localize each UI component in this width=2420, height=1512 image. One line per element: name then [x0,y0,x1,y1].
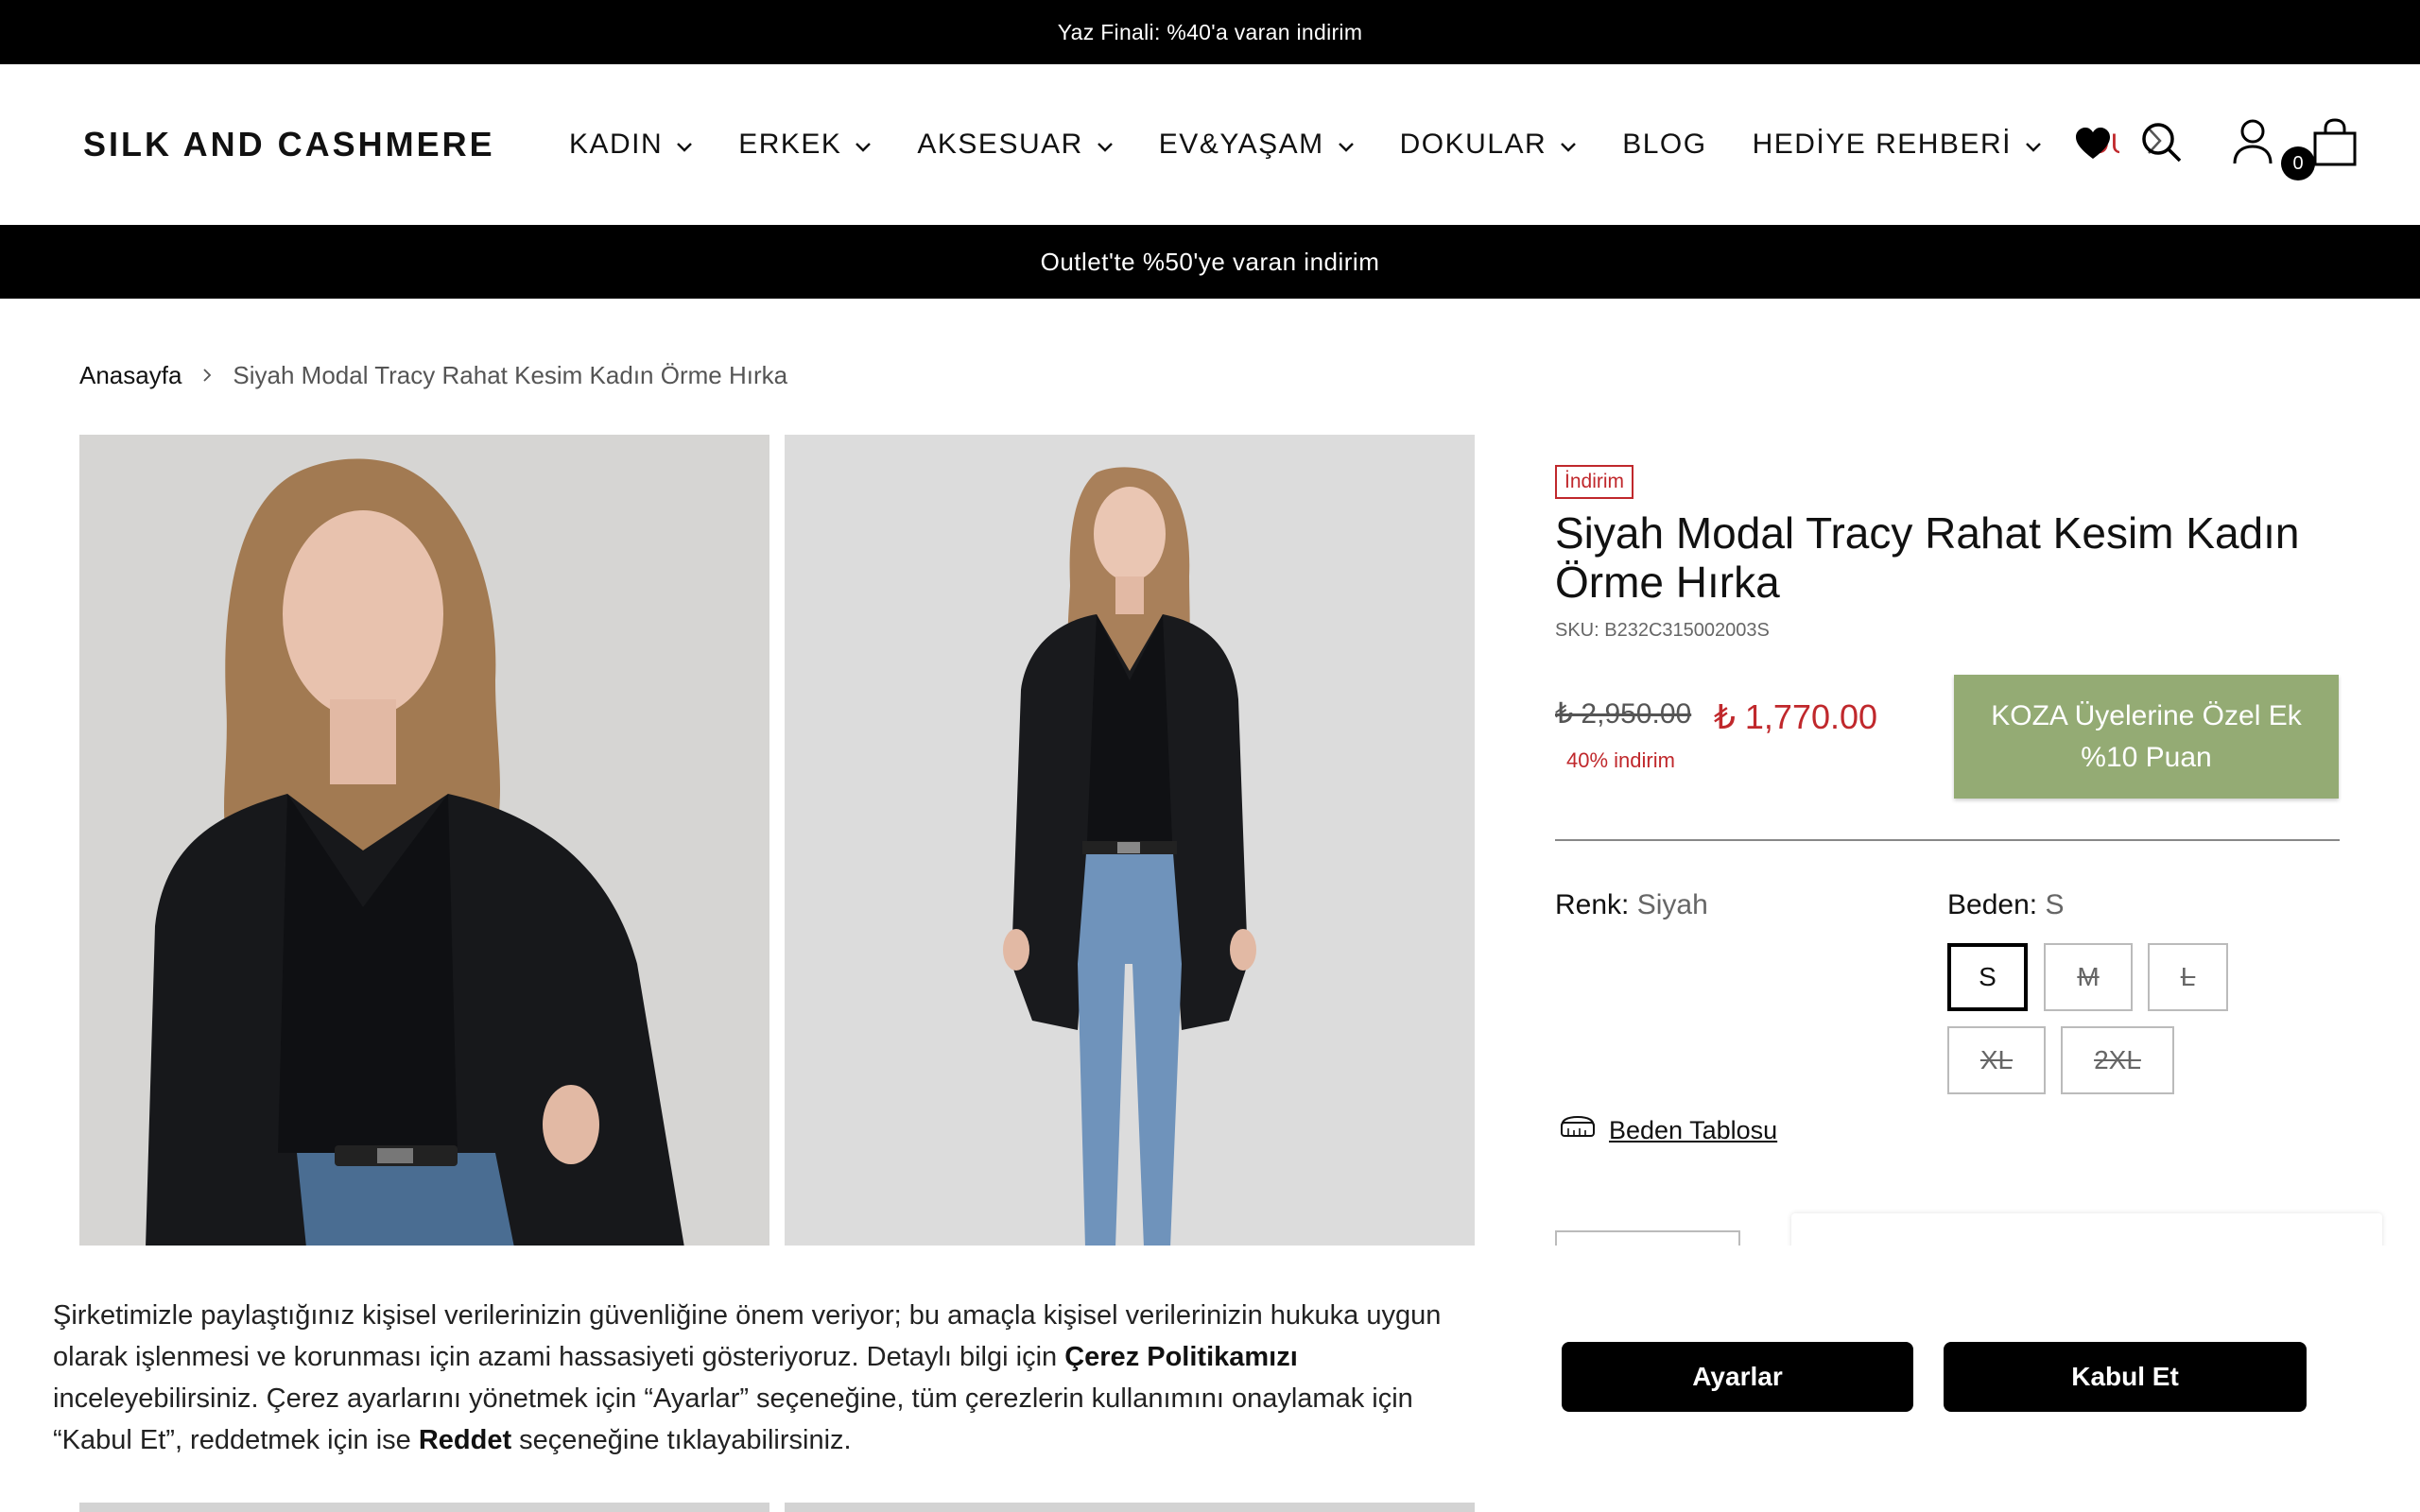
cookie-accept-button[interactable]: Kabul Et [1944,1342,2307,1412]
account-button[interactable] [2231,119,2274,168]
nav-item-label: AKSESUAR [917,129,1083,160]
product-image-4[interactable] [785,1503,1475,1512]
chevron-down-icon [676,129,693,161]
outlet-announcement-bar[interactable]: Outlet'te %50'ye varan indirim [0,225,2420,299]
chevron-down-icon [1560,129,1577,161]
search-button[interactable] [2138,121,2184,166]
breadcrumb: Anasayfa Siyah Modal Tracy Rahat Kesim K… [79,361,787,390]
cart-icon [2312,117,2358,172]
nav-item-ev-yasam[interactable]: EV&YAŞAM [1159,129,1355,161]
original-price: ₺ 2,950.00 [1555,698,1692,730]
nav-item-aksesuar[interactable]: AKSESUAR [917,129,1113,161]
discount-label: 40% indirim [1566,748,1675,772]
sale-price: ₺ 1,770.00 [1714,697,1878,736]
size-option-m[interactable]: M [2044,943,2133,1011]
chevron-down-icon [855,129,872,161]
cart-count-badge: 0 [2281,146,2315,180]
product-image-1[interactable] [79,435,769,1247]
search-icon [2140,121,2182,167]
size-option-s[interactable]: S [1947,943,2028,1011]
cookie-banner: Şirketimizle paylaştığınız kişisel veril… [0,1246,2420,1503]
chevron-down-icon [1097,129,1114,161]
size-chart-label: Beden Tablosu [1609,1116,1778,1144]
cookie-reject-link[interactable]: Reddet [419,1425,511,1455]
cookie-policy-link[interactable]: Çerez Politikamızı [1064,1342,1298,1372]
size-option-2xl[interactable]: 2XL [2061,1026,2174,1094]
product-image-3[interactable] [79,1503,769,1512]
koza-promo-text: KOZA Üyelerine Özel Ek %10 Puan [1991,699,2302,773]
top-announcement-text: Yaz Finali: %40'a varan indirim [1057,19,1363,44]
sale-badge: İndirim [1555,465,1634,499]
site-logo[interactable]: SILK AND CASHMERE [83,125,495,164]
nav-item-label: BLOG [1622,129,1707,160]
nav-item-kadin[interactable]: KADIN [569,129,693,161]
color-value: Siyah [1636,889,1708,920]
size-option-label: Beden: S [1947,889,2064,921]
nav-item-erkek[interactable]: ERKEK [738,129,872,161]
size-option-l[interactable]: L [2148,943,2228,1011]
breadcrumb-home-link[interactable]: Anasayfa [79,361,182,390]
cookie-settings-button[interactable]: Ayarlar [1562,1342,1913,1412]
cart-button[interactable] [2311,117,2359,172]
size-label: Beden: [1947,889,2038,920]
breadcrumb-current: Siyah Modal Tracy Rahat Kesim Kadın Örme… [233,361,788,389]
top-announcement-bar: Yaz Finali: %40'a varan indirim [0,0,2420,64]
color-label: Renk: [1555,889,1630,920]
nav-item-label: HEDİYE REHBERİ [1752,129,2012,160]
size-option-xl[interactable]: XL [1947,1026,2046,1094]
product-sku: SKU: B232C315002003S [1555,620,1770,641]
nav-item-label: DOKULAR [1399,129,1547,160]
product-title: Siyah Modal Tracy Rahat Kesim Kadın Örme… [1555,508,2300,607]
chevron-down-icon [2025,129,2042,161]
size-chart-link[interactable]: Beden Tablosu [1560,1115,1777,1146]
cookie-text: Şirketimizle paylaştığınız kişisel veril… [53,1295,1461,1461]
product-image-2[interactable] [785,435,1475,1247]
cookie-text-part-3: seçeneğine tıklayabilirsiniz. [511,1425,852,1455]
wishlist-button[interactable] [2072,125,2114,166]
color-option-label: Renk: Siyah [1555,889,1708,921]
chevron-down-icon [1338,129,1355,161]
site-header: SILK AND CASHMERE KADIN ERKEK AKSESUAR E… [0,64,2420,225]
koza-promo-box: KOZA Üyelerine Özel Ek %10 Puan [1954,675,2339,799]
nav-item-blog[interactable]: BLOG [1622,129,1706,161]
nav-item-label: ERKEK [738,129,842,160]
nav-item-label: EV&YAŞAM [1158,129,1324,160]
ruler-icon [1560,1115,1596,1146]
nav-item-dokular[interactable]: DOKULAR [1400,129,1578,161]
nav-item-label: KADIN [569,129,664,160]
account-icon [2232,118,2273,170]
nav-item-hediye-rehberi[interactable]: HEDİYE REHBERİ [1753,129,2042,161]
outlet-announcement-text: Outlet'te %50'ye varan indirim [1040,247,1380,276]
chevron-right-icon [202,364,212,388]
heart-icon [2074,127,2112,165]
divider [1555,839,2340,841]
main-nav: KADIN ERKEK AKSESUAR EV&YAŞAM DOKULAR BL… [569,64,2163,225]
size-value: S [2045,889,2065,920]
